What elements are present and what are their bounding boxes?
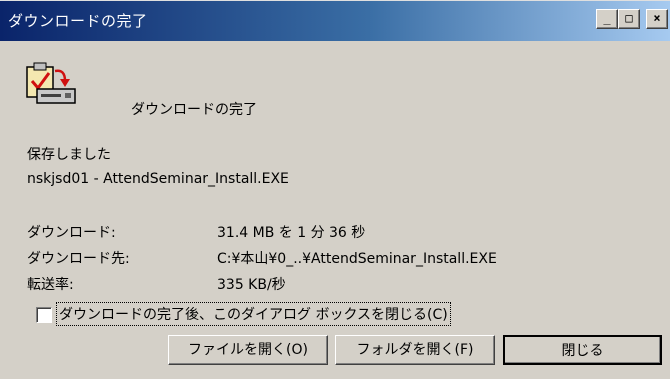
- close-on-complete-checkbox[interactable]: [36, 307, 52, 323]
- destination-value: C:¥本山¥0_..¥AttendSeminar_Install.EXE: [217, 251, 497, 267]
- window-title: ダウンロードの完了: [8, 12, 148, 30]
- maximize-button[interactable]: □: [618, 9, 640, 29]
- header-title: ダウンロードの完了: [131, 102, 257, 118]
- title-bar[interactable]: ダウンロードの完了 _ □ ×: [0, 1, 670, 41]
- download-label: ダウンロード:: [27, 225, 116, 241]
- close-button[interactable]: 閉じる: [503, 335, 662, 365]
- download-value: 31.4 MB を 1 分 36 秒: [217, 225, 366, 241]
- download-complete-icon: [25, 61, 85, 111]
- minimize-button[interactable]: _: [596, 9, 618, 29]
- close-window-button[interactable]: ×: [646, 9, 668, 29]
- download-complete-dialog: ダウンロードの完了 _ □ × ダウンロードの完了 保存しました nskjsd0…: [0, 0, 670, 379]
- transfer-rate-value: 335 KB/秒: [217, 277, 286, 293]
- close-on-complete-label[interactable]: ダウンロードの完了後、このダイアログ ボックスを閉じる(C): [56, 302, 451, 326]
- destination-label: ダウンロード先:: [27, 251, 130, 267]
- saved-status: 保存しました: [27, 147, 111, 163]
- transfer-rate-label: 転送率:: [27, 277, 74, 293]
- open-folder-button[interactable]: フォルダを開く(F): [335, 335, 495, 365]
- open-file-button[interactable]: ファイルを開く(O): [168, 335, 328, 365]
- saved-filename: nskjsd01 - AttendSeminar_Install.EXE: [27, 171, 289, 187]
